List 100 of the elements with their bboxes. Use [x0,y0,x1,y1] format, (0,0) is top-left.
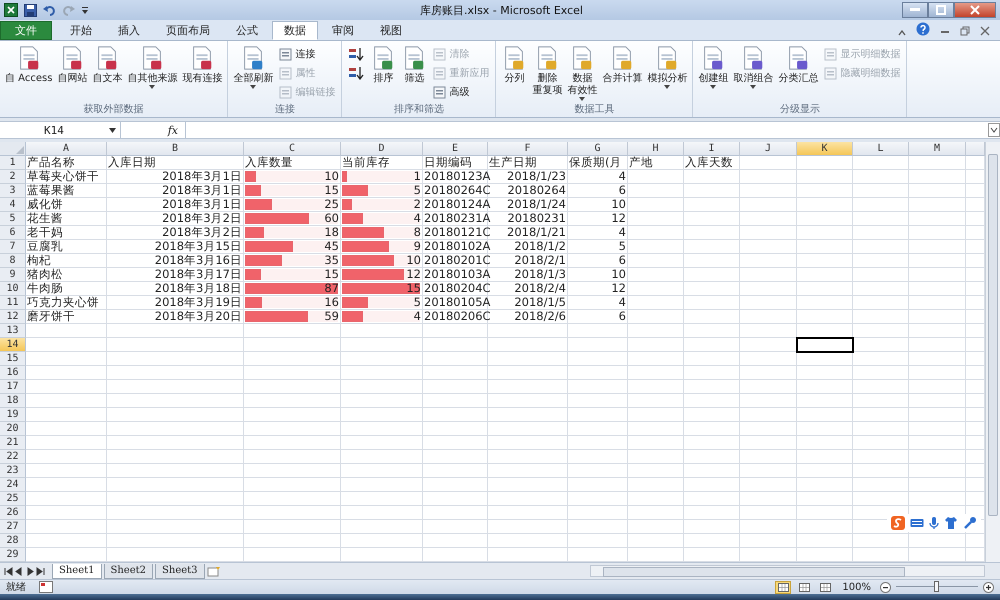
row-header[interactable]: 15 [0,352,26,366]
ribbon-button[interactable]: 现有连接 [180,43,224,103]
zoom-level[interactable]: 100% [842,582,871,592]
column-header[interactable]: E [423,142,488,156]
horizontal-scrollbar[interactable] [590,565,985,577]
ribbon-button[interactable]: 创建组 [696,43,730,103]
vertical-scrollbar[interactable] [985,142,1000,562]
row-header[interactable]: 20 [0,422,26,436]
row-header[interactable]: 3 [0,184,26,198]
row-header[interactable]: 24 [0,478,26,492]
row-header[interactable]: 16 [0,366,26,380]
customize-icon[interactable] [81,5,89,15]
ribbon-button[interactable]: 自其他来源 [125,43,180,103]
insert-function-button[interactable]: fx [164,124,182,136]
ribbon-tab[interactable]: 数据 [272,21,318,40]
column-header[interactable]: M [909,142,966,156]
ribbon-tab[interactable]: 公式 [224,21,270,40]
column-header[interactable]: F [488,142,568,156]
undo-icon[interactable] [43,4,56,16]
view-button[interactable] [796,580,812,594]
microphone-icon[interactable] [929,516,939,530]
row-header[interactable]: 10 [0,282,26,296]
row-header[interactable]: 26 [0,506,26,520]
sheet-tab[interactable]: Sheet1 [52,564,102,578]
sheet-tab[interactable]: Sheet2 [104,564,154,578]
ribbon-button[interactable]: 数据 有效性 [565,43,600,103]
ribbon-button[interactable]: 自 Access [3,43,54,103]
row-header[interactable]: 1 [0,156,26,170]
view-button[interactable] [775,580,792,594]
column-header[interactable]: I [684,142,740,156]
row-header[interactable]: 28 [0,534,26,548]
column-header[interactable]: K [797,142,853,156]
column-header[interactable]: D [341,142,423,156]
ribbon-tab[interactable]: 文件 [0,21,52,40]
ribbon-button[interactable]: 排序 [368,43,398,103]
ribbon-tab[interactable]: 页面布局 [154,21,222,40]
row-header[interactable]: 21 [0,436,26,450]
column-header[interactable]: H [628,142,684,156]
row-header[interactable]: 12 [0,310,26,324]
row-header[interactable]: 11 [0,296,26,310]
collapse-ribbon-icon[interactable] [898,30,906,36]
row-header[interactable]: 22 [0,450,26,464]
shirt-icon[interactable] [944,516,958,530]
ribbon-button[interactable]: 分列 [499,43,530,103]
ribbon-button[interactable]: 连接 [276,45,338,63]
wrench-icon[interactable] [963,516,977,530]
keyboard-icon[interactable] [910,517,924,529]
row-header[interactable]: 19 [0,408,26,422]
excel-icon[interactable] [4,3,18,17]
ribbon-button[interactable]: 自文本 [90,43,124,103]
column-header[interactable]: J [740,142,797,156]
sheet-tab[interactable]: Sheet3 [155,564,205,578]
view-button[interactable] [817,580,834,594]
column-header[interactable]: C [244,142,341,156]
row-header[interactable]: 7 [0,240,26,254]
ribbon-button[interactable]: 分类汇总 [776,43,820,103]
row-header[interactable]: 14 [0,338,26,352]
row-header[interactable]: 17 [0,380,26,394]
insert-sheet-icon[interactable] [206,566,221,576]
column-header[interactable]: A [26,142,107,156]
row-header[interactable]: 25 [0,492,26,506]
column-header[interactable]: G [568,142,628,156]
macro-icon[interactable] [39,581,53,593]
row-header[interactable]: 9 [0,268,26,282]
ribbon-button[interactable]: 删除 重复项 [530,43,564,103]
help-icon[interactable] [916,22,930,36]
active-cell[interactable] [797,338,853,352]
logo-icon[interactable] [891,516,905,530]
restore-icon[interactable] [960,26,970,36]
ribbon-button[interactable]: 筛选 [399,43,430,103]
row-header[interactable]: 5 [0,212,26,226]
row-header[interactable]: 23 [0,464,26,478]
close-icon[interactable] [980,26,990,36]
row-header[interactable]: 27 [0,520,26,534]
row-header[interactable]: 13 [0,324,26,338]
zoom-slider[interactable] [934,581,939,592]
zoom-in-icon[interactable] [983,582,994,592]
row-header[interactable]: 8 [0,254,26,268]
maximize-button[interactable] [928,2,954,18]
close-button[interactable] [954,2,996,18]
ribbon-button[interactable]: 自网站 [55,43,90,103]
name-box[interactable]: K14 [0,122,121,138]
zoom-out-icon[interactable] [880,582,891,592]
ribbon-button[interactable]: 合并计算 [600,43,644,103]
row-header[interactable]: 4 [0,198,26,212]
column-header[interactable]: L [853,142,909,156]
ribbon-button[interactable]: 高级 [430,83,492,101]
row-header[interactable]: 29 [0,548,26,562]
ribbon-button[interactable]: 模拟分析 [645,43,690,103]
ribbon-tab[interactable]: 视图 [368,21,414,40]
column-header[interactable]: B [107,142,244,156]
save-icon[interactable] [24,4,37,16]
row-header[interactable]: 18 [0,394,26,408]
ribbon-tab[interactable]: 审阅 [320,21,366,40]
ribbon-button[interactable]: 全部刷新 [231,43,276,103]
ribbon-tab[interactable]: 开始 [58,21,104,40]
expand-icon[interactable] [988,123,1000,137]
row-header[interactable]: 2 [0,170,26,184]
ribbon-tab[interactable]: 插入 [106,21,152,40]
ribbon-button[interactable]: 取消组合 [731,43,776,103]
